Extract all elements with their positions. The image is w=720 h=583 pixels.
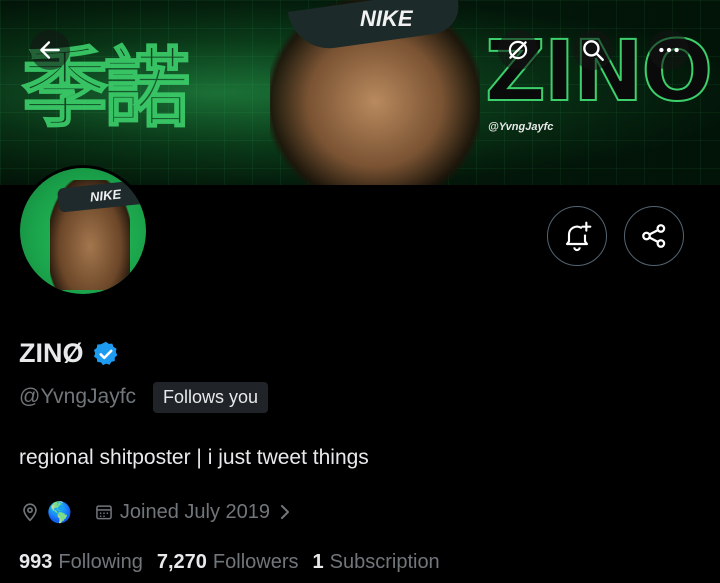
following-label: Following xyxy=(58,551,143,573)
location: 🌎 xyxy=(19,500,72,525)
following-link[interactable]: 993 Following xyxy=(19,551,143,574)
more-button[interactable] xyxy=(649,30,689,70)
followers-count: 7,270 xyxy=(156,551,207,573)
avatar-brand: NIKE xyxy=(89,186,122,205)
followers-link[interactable]: 7,270 Followers xyxy=(157,551,299,574)
search-button[interactable] xyxy=(573,30,613,70)
verified-badge-icon[interactable] xyxy=(92,340,120,368)
location-globe-emoji: 🌎 xyxy=(47,501,72,524)
banner-brand: NIKE xyxy=(360,6,413,31)
followers-label: Followers xyxy=(212,551,299,573)
notifications-button[interactable] xyxy=(547,206,607,266)
grok-button[interactable] xyxy=(498,30,538,70)
banner-character: NIKE xyxy=(270,0,480,185)
banner-watermark: @YvngJayfc xyxy=(488,121,554,133)
chevron-right-icon xyxy=(281,505,290,519)
subscription-link[interactable]: 1 Subscription xyxy=(313,551,440,574)
joined-text: Joined July 2019 xyxy=(119,500,271,523)
profile-stats: 993 Following 7,270 Followers 1 Subscriptio… xyxy=(19,551,440,574)
avatar-image: NIKE xyxy=(20,168,146,294)
subscription-count: 1 xyxy=(312,551,324,573)
location-pin-icon xyxy=(23,503,37,522)
follows-you-badge: Follows you xyxy=(153,382,269,413)
grok-icon xyxy=(508,40,528,60)
profile-bio: regional shitposter | i just tweet thing… xyxy=(19,446,369,469)
share-button[interactable] xyxy=(624,206,684,266)
back-arrow-icon xyxy=(40,41,60,59)
share-icon xyxy=(642,224,666,248)
bell-plus-icon xyxy=(565,221,592,251)
back-button[interactable] xyxy=(30,30,70,70)
joined-date[interactable]: Joined July 2019 xyxy=(94,501,292,524)
username-handle: @YvngJayfc xyxy=(19,385,137,408)
following-count: 993 xyxy=(19,551,53,573)
profile-meta: 🌎 Joined July 2019 xyxy=(19,498,292,526)
calendar-icon xyxy=(96,505,112,520)
more-icon xyxy=(659,47,679,53)
subscription-label: Subscription xyxy=(329,551,440,573)
profile-avatar[interactable]: NIKE xyxy=(17,165,149,297)
display-name: ZINØ xyxy=(19,338,84,368)
search-icon xyxy=(583,40,604,61)
profile-banner[interactable]: 季諾 NIKE ZINO @YvngJayfc xyxy=(0,0,720,185)
display-name-row: ZINØ xyxy=(19,338,120,369)
